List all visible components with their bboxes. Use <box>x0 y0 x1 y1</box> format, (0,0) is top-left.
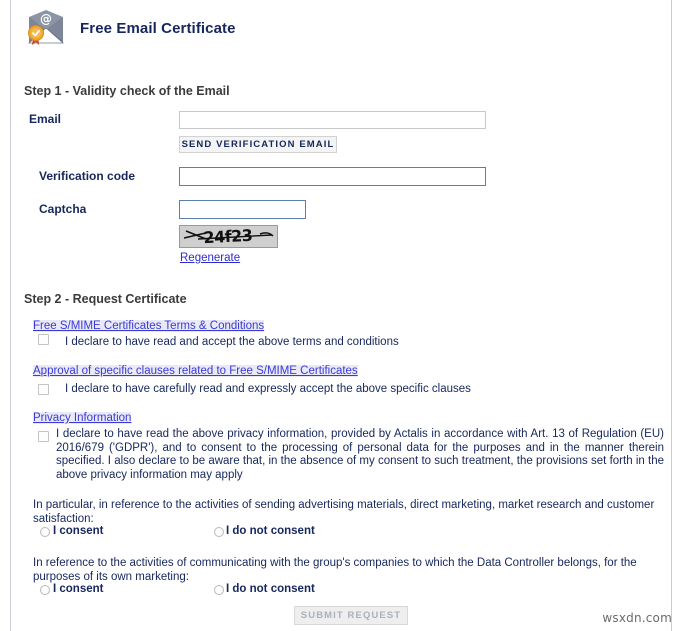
marketing-consent-question: In particular, in reference to the activ… <box>33 499 655 525</box>
marketing-consent-no-label[interactable]: I do not consent <box>226 525 315 537</box>
clauses-checkbox[interactable] <box>38 384 49 395</box>
group-consent-no-radio[interactable] <box>214 585 224 595</box>
clauses-consent-text: I declare to have carefully read and exp… <box>65 383 471 395</box>
group-consent-question: In reference to the activities of commun… <box>33 557 637 583</box>
marketing-consent-no-radio[interactable] <box>214 527 224 537</box>
page-header: @ Free Email Certificate <box>24 8 236 48</box>
group-consent-no-label[interactable]: I do not consent <box>226 583 315 595</box>
privacy-information-link[interactable]: Privacy Information <box>33 412 132 424</box>
certificate-request-page: @ Free Email Certificate Step 1 - Validi… <box>11 0 671 631</box>
marketing-consent-yes-radio[interactable] <box>40 527 50 537</box>
terms-and-conditions-link[interactable]: Free S/MIME Certificates Terms & Conditi… <box>33 320 265 332</box>
marketing-consent-yes-label[interactable]: I consent <box>53 525 103 537</box>
privacy-consent-text: I declare to have read the above privacy… <box>56 428 664 481</box>
verification-code-input[interactable] <box>179 167 486 186</box>
group-consent-yes-radio[interactable] <box>40 585 50 595</box>
captcha-input[interactable] <box>179 200 306 219</box>
terms-consent-text: I declare to have read and accept the ab… <box>65 336 399 348</box>
svg-text:@: @ <box>40 12 52 26</box>
group-consent-yes-label[interactable]: I consent <box>53 583 103 595</box>
email-label: Email <box>29 112 62 126</box>
step1-heading: Step 1 - Validity check of the Email <box>24 84 230 98</box>
email-input[interactable] <box>179 111 486 129</box>
captcha-image: 24f23 <box>179 225 278 248</box>
email-certificate-icon: @ <box>24 8 68 48</box>
step2-heading: Step 2 - Request Certificate <box>24 292 187 306</box>
terms-checkbox[interactable] <box>38 334 49 345</box>
regenerate-captcha-link[interactable]: Regenerate <box>180 252 240 264</box>
verification-code-label: Verification code <box>39 169 136 183</box>
send-verification-email-button[interactable]: SEND VERIFICATION EMAIL <box>179 136 337 153</box>
privacy-checkbox[interactable] <box>38 431 49 442</box>
page-title: Free Email Certificate <box>80 19 236 37</box>
captcha-label: Captcha <box>39 202 87 216</box>
submit-request-button[interactable]: SUBMIT REQUEST <box>294 606 408 625</box>
specific-clauses-link[interactable]: Approval of specific clauses related to … <box>33 365 358 377</box>
watermark: wsxdn.com <box>602 611 672 625</box>
